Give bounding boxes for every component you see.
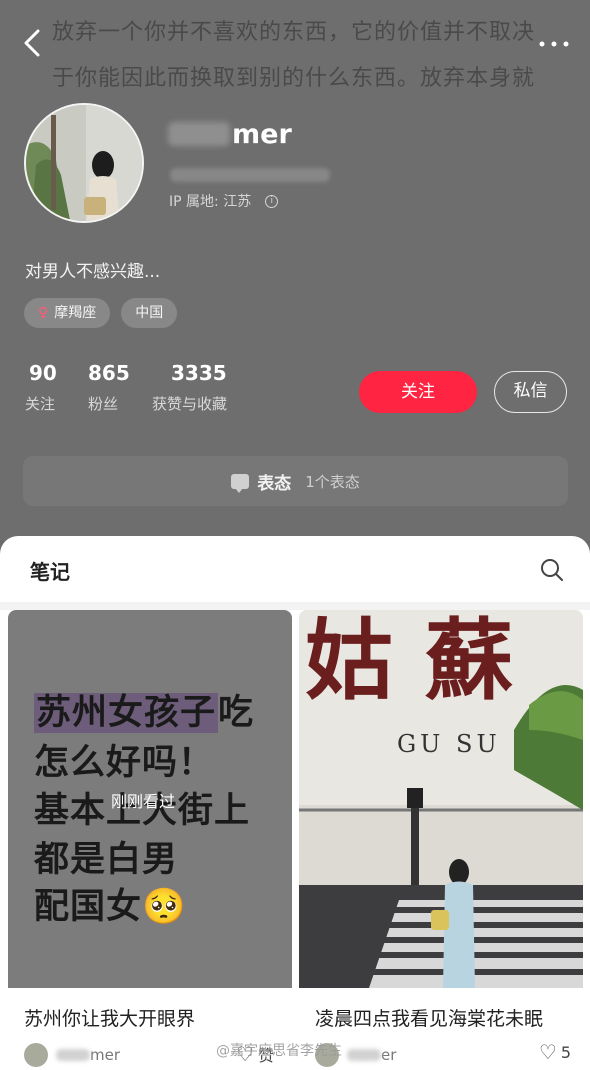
stat-label: 粉丝 xyxy=(88,395,119,413)
stat-value: 865 xyxy=(88,361,130,385)
tag-zodiac: ♀ 摩羯座 xyxy=(24,298,111,328)
username-redacted xyxy=(168,122,230,146)
recently-viewed-badge: 刚刚看过 xyxy=(111,792,176,811)
author-name-redacted xyxy=(56,1049,90,1061)
profile-bio: 对男人不感兴趣... xyxy=(25,262,161,282)
reactions-title: 表态 xyxy=(257,473,292,494)
note-cover: 苏州女孩子吃 怎么好吗！ 基本上大街上 都是白男 配国女🥺 刚刚看过 xyxy=(8,610,292,988)
profile-tags: ♀ 摩羯座 中国 xyxy=(24,298,178,328)
tag-label: 中国 xyxy=(135,305,164,321)
female-icon: ♀ xyxy=(38,305,49,321)
weibo-watermark: @嘉宇应思省李先生 xyxy=(216,1043,342,1059)
info-icon[interactable]: i xyxy=(265,194,279,208)
username: mer xyxy=(232,118,292,150)
cover-highlight: 苏州女孩子 xyxy=(34,693,219,733)
back-chevron-icon xyxy=(24,29,40,57)
user-id-redacted xyxy=(170,168,330,182)
comment-icon xyxy=(231,473,250,493)
ip-location: IP 属地: 江苏 i xyxy=(169,191,279,211)
cover-subtitle: GU SU xyxy=(397,730,501,758)
stat-value: 3335 xyxy=(171,361,227,385)
note-cover: 姑蘇 GU SU xyxy=(299,610,583,988)
author-name-redacted xyxy=(347,1049,381,1061)
ip-location-text: IP 属地: 江苏 xyxy=(169,194,252,210)
tag-label: 摩羯座 xyxy=(54,305,97,321)
tag-region: 中国 xyxy=(121,298,178,328)
author-avatar[interactable] xyxy=(24,1043,48,1067)
heart-icon: ♡ xyxy=(538,1040,557,1064)
note-meta: er ♡ 5 xyxy=(315,1042,571,1068)
stat-likes-collects[interactable]: 3335 获赞与收藏 xyxy=(152,361,227,414)
divider xyxy=(0,602,590,610)
search-icon[interactable] xyxy=(540,558,564,582)
like-button[interactable]: ♡ 5 xyxy=(539,1042,571,1062)
author-name[interactable]: mer xyxy=(90,1046,120,1064)
stat-label: 获赞与收藏 xyxy=(152,395,228,413)
follow-button[interactable]: 关注 xyxy=(359,371,477,413)
avatar-image xyxy=(26,105,142,221)
profile-header: 放弃一个你并不喜欢的东西，它的价值并不取决于你能因此而换取到别的什么东西。放弃本… xyxy=(0,0,590,540)
reactions-bar[interactable]: 表态 1个表态 xyxy=(23,456,568,506)
more-dots-icon xyxy=(539,41,569,47)
stat-followers[interactable]: 865 粉丝 xyxy=(88,361,130,414)
note-card[interactable]: 苏州女孩子吃 怎么好吗！ 基本上大街上 都是白男 配国女🥺 刚刚看过 苏州你让我… xyxy=(8,610,292,1070)
note-card[interactable]: 姑蘇 GU SU 凌晨四点我看见海棠花未眠 er ♡ 5 xyxy=(299,610,583,1070)
more-options-button[interactable] xyxy=(538,26,570,56)
username-row: mer xyxy=(168,114,292,154)
note-title: 凌晨四点我看见海棠花未眠 xyxy=(315,1008,544,1030)
stat-following[interactable]: 90 关注 xyxy=(25,361,57,414)
cover-text-line: 配国女🥺 xyxy=(34,887,187,927)
notes-sheet: 笔记 苏州女孩子吃 怎么好吗！ 基本上大街上 都是白男 配国女🥺 刚刚看过 苏州… xyxy=(0,536,590,1070)
cover-calligraphy: 姑蘇 xyxy=(305,610,546,712)
note-title: 苏州你让我大开眼界 xyxy=(24,1008,196,1030)
like-count: 5 xyxy=(560,1042,571,1062)
tab-notes[interactable]: 笔记 xyxy=(30,556,70,585)
profile-avatar[interactable] xyxy=(24,103,144,223)
reactions-count: 1个表态 xyxy=(305,472,360,491)
cover-text-line: 怎么好吗！ xyxy=(34,743,215,783)
cover-text-line: 苏州女孩子吃 xyxy=(34,693,255,733)
stat-label: 关注 xyxy=(25,395,56,413)
message-button[interactable]: 私信 xyxy=(494,371,567,413)
stat-value: 90 xyxy=(29,361,57,385)
author-name[interactable]: er xyxy=(381,1046,396,1064)
back-button[interactable] xyxy=(22,28,52,64)
cover-text-line: 都是白男 xyxy=(34,840,179,880)
